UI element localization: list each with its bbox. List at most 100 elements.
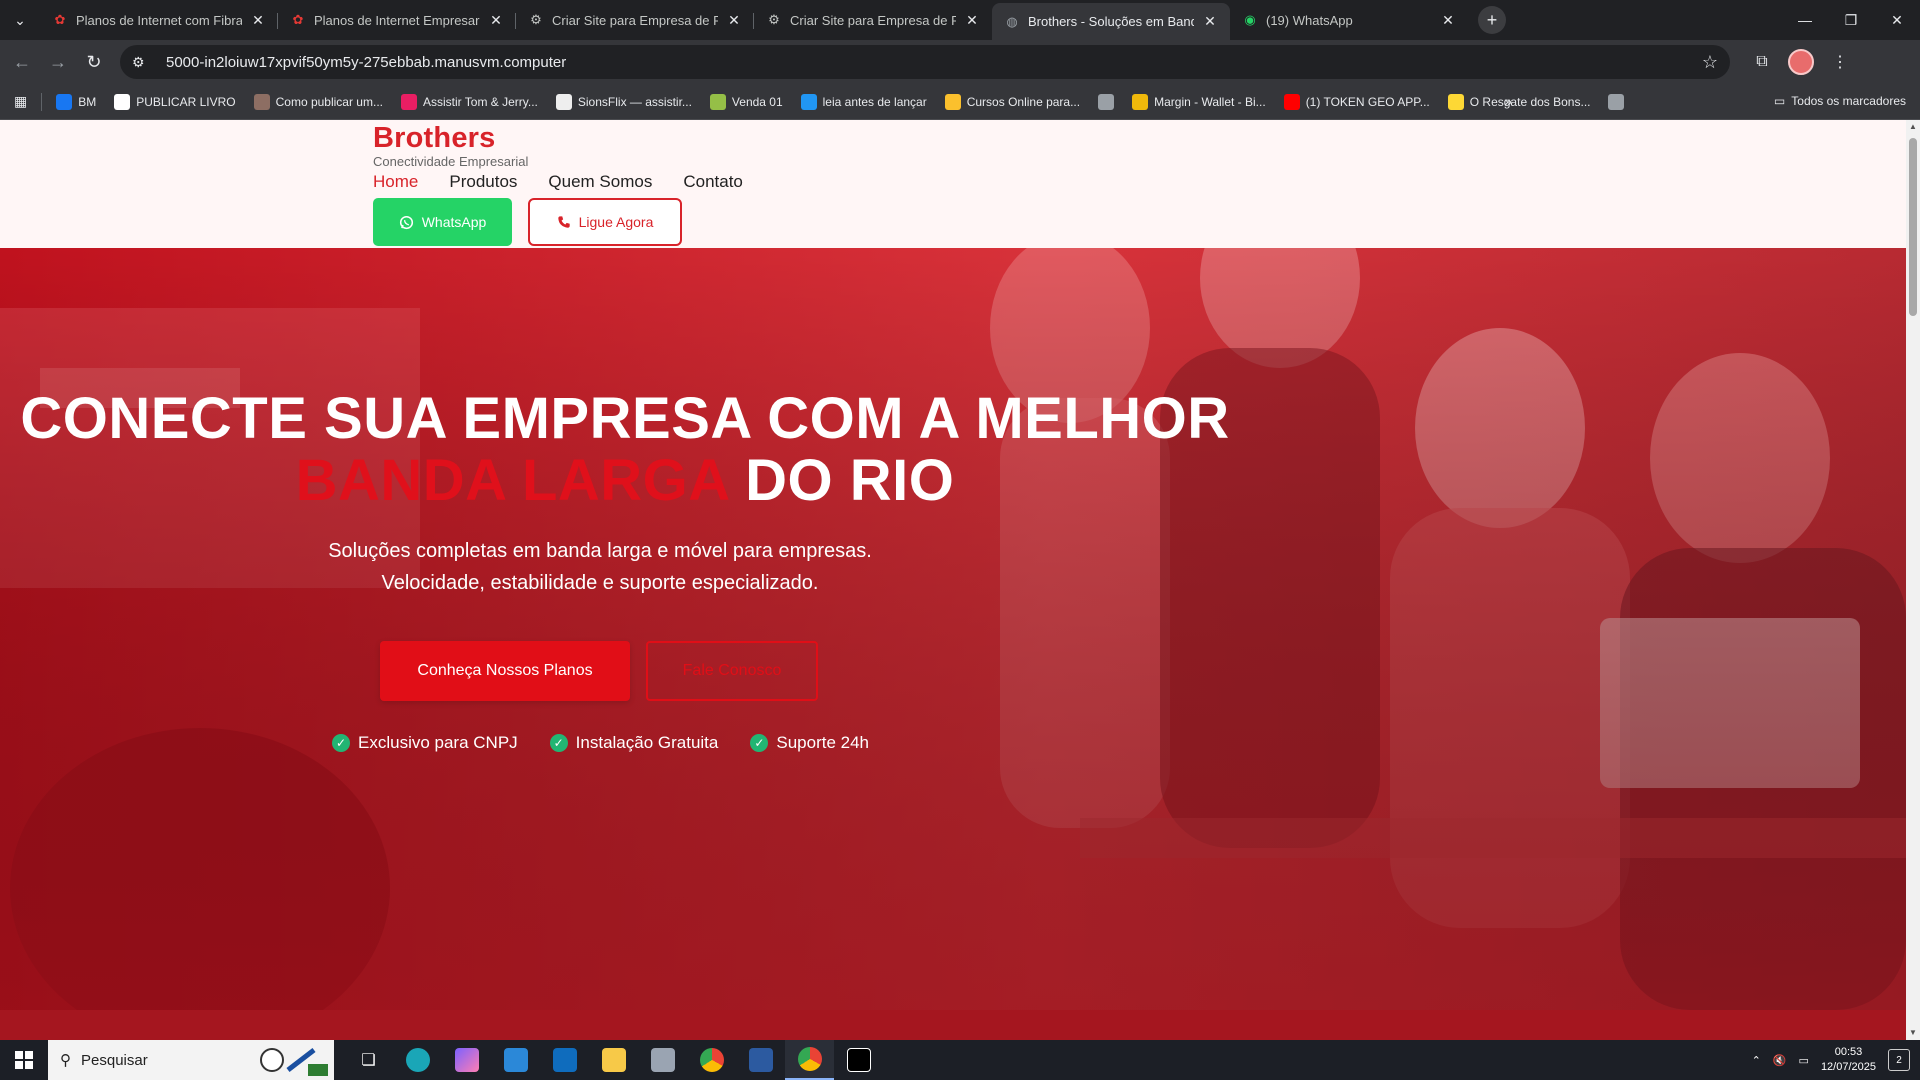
minimize-icon[interactable]: — (1782, 0, 1828, 40)
task-view-icon[interactable]: ❏ (344, 1040, 393, 1080)
edge-icon[interactable] (393, 1040, 442, 1080)
powershell-icon[interactable] (736, 1040, 785, 1080)
whatsapp-button[interactable]: WhatsApp (373, 198, 512, 246)
bookmark-item[interactable] (1098, 93, 1115, 110)
clock[interactable]: 00:53 12/07/2025 (1821, 1045, 1876, 1075)
close-icon[interactable]: ✕ (1440, 12, 1456, 29)
close-icon[interactable]: ✕ (250, 12, 266, 29)
feature-item: ✓ Suporte 24h (750, 733, 869, 753)
scroll-up-arrow-icon[interactable]: ▲ (1906, 120, 1920, 134)
tab-search-button[interactable]: ⌄ (0, 0, 40, 40)
see-plans-button[interactable]: Conheça Nossos Planos (380, 641, 630, 701)
bookmark-item[interactable]: O Resgate dos Bons... (1447, 93, 1590, 110)
search-highlight-image (260, 1048, 328, 1076)
phone-icon (557, 216, 570, 228)
folder-icon: ▭ (1773, 94, 1786, 108)
network-icon[interactable]: ▭ (1799, 1054, 1809, 1067)
address-bar[interactable]: ⚙ 5000-in2loiuw17xpvif50ym5y-275ebbab.ma… (120, 45, 1730, 79)
bookmark-label: (1) TOKEN GEO APP... (1305, 94, 1430, 109)
scrollbar-thumb[interactable] (1909, 138, 1917, 316)
hero-title-line1: CONECTE SUA EMPRESA COM A MELHOR (20, 386, 1230, 451)
back-arrow-icon[interactable]: ← (4, 44, 40, 80)
openai-icon: ⚙ (530, 12, 542, 27)
windows-start-icon[interactable] (0, 1040, 48, 1080)
hero-section: CONECTE SUA EMPRESA COM A MELHOR BANDA L… (0, 248, 1906, 1010)
notification-count: 2 (1896, 1054, 1902, 1066)
search-icon: ⚲ (60, 1052, 71, 1069)
call-now-button[interactable]: Ligue Agora (528, 198, 682, 246)
capcut-icon[interactable] (834, 1040, 883, 1080)
new-tab-button[interactable]: + (1478, 6, 1506, 34)
bookmark-item[interactable] (1608, 93, 1625, 110)
brand-name: Brothers (373, 122, 496, 154)
bookmark-item[interactable]: leia antes de lançar (800, 93, 927, 110)
brand-logo[interactable]: Brothers Conectividade Empresarial (373, 122, 528, 169)
bookmark-item[interactable]: Margin - Wallet - Bi... (1132, 93, 1266, 110)
apps-grid-icon[interactable]: ▦ (14, 93, 27, 110)
store-icon[interactable] (491, 1040, 540, 1080)
bookmark-label: PUBLICAR LIVRO (136, 94, 236, 109)
site-settings-icon[interactable]: ⚙ (132, 54, 154, 71)
page-scrollbar[interactable]: ▲ ▼ (1906, 120, 1920, 1040)
chrome-icon[interactable] (687, 1040, 736, 1080)
tab-2[interactable]: ⚙ Criar Site para Empresa de Prod ✕ (516, 3, 754, 37)
nav-contato[interactable]: Contato (683, 172, 743, 192)
file-explorer-icon[interactable] (589, 1040, 638, 1080)
restore-icon[interactable]: ❐ (1828, 0, 1874, 40)
check-circle-icon: ✓ (549, 734, 568, 752)
tab-4-active[interactable]: ◍ Brothers - Soluções em Banda L ✕ (992, 3, 1230, 40)
video-icon (400, 93, 417, 110)
chrome-profile-icon[interactable] (785, 1040, 834, 1080)
app-icon[interactable] (638, 1040, 687, 1080)
notifications-icon[interactable]: 2 (1888, 1049, 1910, 1071)
nav-quem-somos[interactable]: Quem Somos (548, 172, 652, 192)
feature-label: Exclusivo para CNPJ (358, 733, 518, 752)
tab-3[interactable]: ⚙ Criar Site para Empresa de Prod ✕ (754, 3, 992, 37)
scroll-down-arrow-icon[interactable]: ▼ (1906, 1026, 1920, 1040)
all-bookmarks[interactable]: ▭ Todos os marcadores (1774, 94, 1906, 108)
hero-title-line2: DO RIO (745, 448, 955, 513)
bookmark-item[interactable]: PUBLICAR LIVRO (114, 93, 236, 110)
contact-us-button[interactable]: Fale Conosco (646, 641, 818, 701)
more-bookmarks-icon[interactable]: » (1504, 93, 1512, 109)
close-icon[interactable]: ✕ (726, 12, 742, 29)
volume-muted-icon[interactable]: 🔇 (1773, 1054, 1787, 1067)
tab-title: Planos de Internet com Fibra, Te (76, 12, 242, 28)
outlook-icon[interactable] (540, 1040, 589, 1080)
forward-arrow-icon[interactable]: → (40, 44, 76, 80)
bookmark-item[interactable]: BM (56, 93, 96, 110)
bookmark-item[interactable]: Venda 01 (709, 93, 783, 110)
tab-title: Criar Site para Empresa de Prod (552, 12, 718, 28)
close-icon[interactable]: ✕ (488, 12, 504, 29)
nav-produtos[interactable]: Produtos (449, 172, 517, 192)
url-text: 5000-in2loiuw17xpvif50ym5y-275ebbab.manu… (166, 53, 567, 71)
tab-0[interactable]: ✿ Planos de Internet com Fibra, Te ✕ (40, 3, 278, 37)
menu-kebab-icon[interactable]: ⋮ (1828, 52, 1852, 72)
close-icon[interactable]: ✕ (1202, 13, 1218, 30)
bookmark-item[interactable]: SionsFlix — assistir... (555, 93, 692, 110)
taskbar-search[interactable]: ⚲ Pesquisar (48, 1040, 334, 1080)
chevron-up-icon[interactable]: ⌃ (1752, 1054, 1761, 1067)
bookmark-item[interactable]: Como publicar um... (253, 93, 383, 110)
flag-icon (800, 93, 817, 110)
brand-tagline: Conectividade Empresarial (373, 154, 529, 169)
bookmark-item[interactable]: (1) TOKEN GEO APP... (1283, 93, 1430, 110)
bookmark-label: Cursos Online para... (966, 94, 1081, 109)
tab-5[interactable]: ◉ (19) WhatsApp ✕ (1230, 3, 1468, 37)
tab-1[interactable]: ✿ Planos de Internet Empresarial ✕ (278, 3, 516, 37)
copilot-icon[interactable] (442, 1040, 491, 1080)
reload-icon[interactable]: ↻ (76, 44, 112, 80)
tab-title: Brothers - Soluções em Banda L (1028, 14, 1194, 29)
nav-home[interactable]: Home (373, 172, 418, 192)
close-icon[interactable]: ✕ (964, 12, 980, 29)
search-placeholder: Pesquisar (81, 1051, 148, 1069)
bookmark-item[interactable]: Assistir Tom & Jerry... (400, 93, 538, 110)
bookmark-label: Assistir Tom & Jerry... (422, 94, 538, 109)
youtube-icon (1283, 93, 1300, 110)
bookmark-item[interactable]: Cursos Online para... (944, 93, 1081, 110)
profile-avatar[interactable] (1788, 49, 1814, 75)
close-window-icon[interactable]: ✕ (1874, 0, 1920, 40)
bookmark-star-icon[interactable]: ☆ (1702, 52, 1718, 73)
tab-title: Planos de Internet Empresarial (314, 12, 480, 28)
extensions-icon[interactable]: ⧉ (1750, 53, 1774, 71)
